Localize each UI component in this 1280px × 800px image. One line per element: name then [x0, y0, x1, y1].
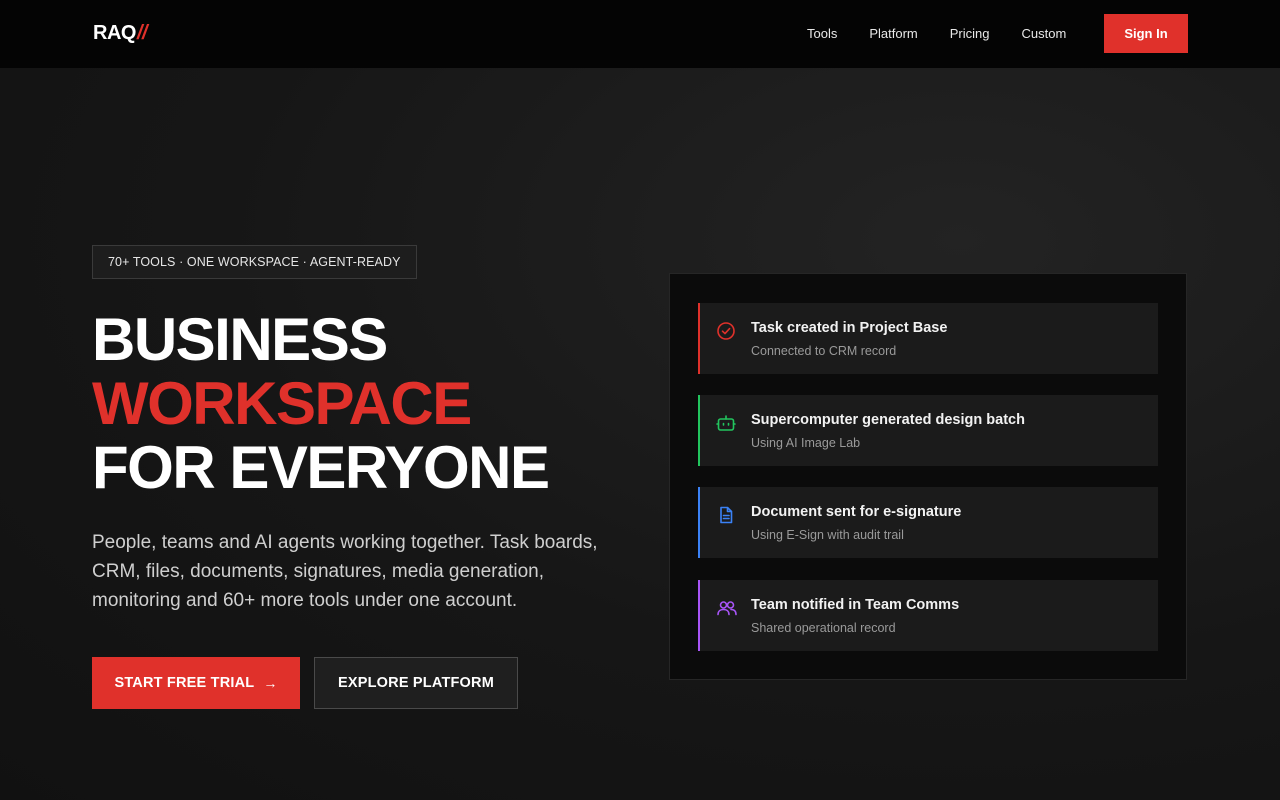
document-icon	[716, 505, 736, 525]
arrow-right-icon: →	[263, 675, 278, 691]
activity-item: Task created in Project Base Connected t…	[698, 303, 1158, 374]
nav-links: Tools Platform Pricing Custom	[807, 26, 1098, 41]
hero-description: People, teams and AI agents working toge…	[92, 532, 598, 611]
activity-subtitle: Shared operational record	[751, 621, 896, 635]
nav-link-tools[interactable]: Tools	[807, 26, 837, 41]
hero-title-line-3: FOR EVERYONE	[92, 434, 550, 501]
logo-accent: //	[136, 22, 148, 44]
logo-text: RAQ	[93, 22, 136, 44]
hero-badge: 70+ TOOLS · ONE WORKSPACE · AGENT-READY	[92, 245, 417, 279]
activity-subtitle: Using AI Image Lab	[751, 436, 861, 450]
hero-title-line-1: BUSINESS	[92, 306, 388, 373]
explore-platform-button[interactable]: EXPLORE PLATFORM	[314, 657, 518, 709]
activity-subtitle: Connected to CRM record	[751, 344, 897, 358]
activity-title: Task created in Project Base	[751, 320, 948, 336]
users-icon	[716, 598, 737, 618]
activity-title: Supercomputer generated design batch	[751, 412, 1025, 428]
activity-panel: Task created in Project Base Connected t…	[669, 273, 1187, 680]
activity-title: Team notified in Team Comms	[751, 597, 960, 613]
hero-title: BUSINESS WORKSPACE FOR EVERYONE	[92, 306, 550, 501]
start-free-trial-label: START FREE TRIAL	[114, 675, 255, 691]
hero-title-line-2: WORKSPACE	[92, 370, 472, 437]
activity-item: Team notified in Team Comms Shared opera…	[698, 580, 1158, 651]
check-circle-icon	[716, 321, 736, 341]
nav-link-platform[interactable]: Platform	[869, 26, 917, 41]
robot-icon	[716, 413, 736, 433]
activity-item: Supercomputer generated design batch Usi…	[698, 395, 1158, 466]
activity-item: Document sent for e-signature Using E-Si…	[698, 487, 1158, 558]
nav-link-pricing[interactable]: Pricing	[950, 26, 990, 41]
nav-link-custom[interactable]: Custom	[1022, 26, 1067, 41]
activity-subtitle: Using E-Sign with audit trail	[751, 528, 904, 542]
top-navbar: RAQ// Tools Platform Pricing Custom Sign…	[0, 0, 1280, 68]
logo[interactable]: RAQ//	[93, 22, 148, 45]
sign-in-button[interactable]: Sign In	[1104, 14, 1188, 53]
start-free-trial-button[interactable]: START FREE TRIAL →	[92, 657, 300, 709]
activity-title: Document sent for e-signature	[751, 504, 962, 520]
